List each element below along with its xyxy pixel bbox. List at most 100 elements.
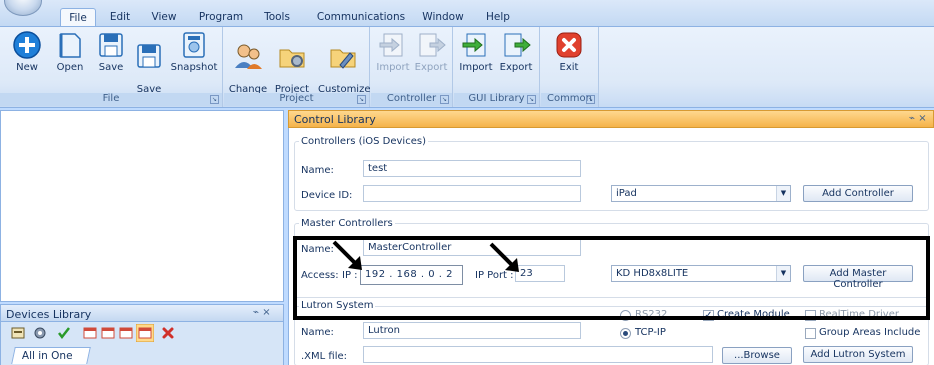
- ribbon-group-controller: Import Export Controller ↘: [371, 27, 453, 107]
- save-button[interactable]: Save: [96, 30, 126, 73]
- import-icon: [379, 33, 403, 57]
- change-user-icon: [235, 44, 262, 69]
- add-controller-button[interactable]: Add Controller: [803, 185, 913, 202]
- save-as-icon: [137, 44, 161, 68]
- add-lutron-system-button[interactable]: Add Lutron System: [803, 346, 913, 363]
- ribbon-group-project: Change User Project Settings Customize P…: [224, 27, 371, 107]
- control-library-title: Control Library: [294, 113, 376, 126]
- ribbon-group-controller-label: Controller ↘: [371, 93, 452, 106]
- snapshot-button[interactable]: Snapshot: [170, 30, 218, 73]
- application-orb-button[interactable]: [4, 0, 42, 16]
- save-icon: [99, 33, 123, 57]
- group-areas-label: Group Areas Include: [819, 327, 921, 338]
- group-areas-checkbox[interactable]: [805, 328, 816, 339]
- tab-all-in-one[interactable]: All in One: [11, 347, 91, 364]
- gui-import-button[interactable]: Import: [458, 30, 494, 73]
- ribbon-group-gui-library: Import Export GUI Library ↘: [454, 27, 540, 107]
- device-id-input[interactable]: [363, 185, 581, 202]
- open-label: Open: [56, 62, 84, 73]
- controller-import-label: Import: [376, 62, 410, 73]
- pin-close-icon[interactable]: ⌁ ×: [909, 113, 927, 124]
- gui-library-group-label-text: GUI Library: [468, 93, 525, 104]
- annotation-arrow-icon: [332, 240, 362, 270]
- controller-name-label: Name:: [301, 165, 334, 176]
- dialog-launcher-icon[interactable]: ↘: [527, 95, 536, 104]
- xml-file-input[interactable]: [363, 346, 713, 363]
- menu-bar: File Edit View Program Tools Communicati…: [0, 0, 934, 26]
- devices-library-header: Devices Library ⌁ ×: [0, 304, 284, 322]
- customize-project-icon: [330, 49, 356, 69]
- new-label: New: [16, 62, 38, 73]
- devices-library-title: Devices Library: [6, 308, 92, 321]
- exit-button[interactable]: Exit: [551, 30, 587, 73]
- device-type-value: iPad: [616, 188, 637, 199]
- controller-import-button[interactable]: Import: [375, 30, 411, 73]
- tab-file[interactable]: File: [60, 8, 96, 26]
- tab-edit[interactable]: Edit: [105, 8, 135, 26]
- project-settings-icon: [279, 49, 305, 68]
- dialog-launcher-icon[interactable]: ↘: [210, 95, 219, 104]
- ribbon-group-project-label: Project ↘: [224, 93, 369, 106]
- snapshot-label: Snapshot: [170, 62, 218, 73]
- window-add-icon[interactable]: [136, 324, 154, 342]
- pin-close-icon[interactable]: ⌁ ×: [253, 307, 271, 318]
- tab-help[interactable]: Help: [483, 8, 513, 26]
- lutron-name-label: Name:: [301, 327, 334, 338]
- open-button[interactable]: Open: [54, 30, 86, 73]
- tab-communications[interactable]: Communications: [312, 8, 410, 26]
- ribbon-group-file-label: File ↘: [0, 93, 222, 106]
- project-tree-pane[interactable]: [0, 110, 284, 302]
- lutron-name-input[interactable]: Lutron: [363, 322, 581, 339]
- controller-export-button[interactable]: Export: [413, 30, 449, 73]
- check-icon[interactable]: [57, 326, 71, 340]
- tcp-ip-radio[interactable]: [620, 328, 631, 339]
- ribbon-group-common: Exit Common ↘: [541, 27, 599, 107]
- file-group-label-text: File: [102, 93, 120, 104]
- dialog-launcher-icon[interactable]: ↘: [357, 95, 366, 104]
- control-library-header: Control Library ⌁ ×: [288, 110, 934, 128]
- annotation-arrow-icon: [489, 242, 519, 272]
- gui-export-button[interactable]: Export: [498, 30, 534, 73]
- import-icon: [462, 33, 486, 57]
- export-icon: [419, 33, 446, 57]
- tab-view[interactable]: View: [147, 8, 181, 26]
- device-type-select[interactable]: iPad ▼: [611, 185, 791, 202]
- dialog-launcher-icon[interactable]: ↘: [586, 95, 595, 104]
- tab-all-in-one-label: All in One: [21, 350, 73, 362]
- new-button[interactable]: New: [12, 30, 42, 73]
- tab-window[interactable]: Window: [420, 8, 466, 26]
- exit-icon: [556, 32, 582, 58]
- open-icon: [59, 33, 81, 58]
- browse-button[interactable]: ...Browse: [722, 347, 792, 364]
- exit-label: Exit: [559, 62, 579, 73]
- master-controllers-legend: Master Controllers: [299, 218, 395, 229]
- ribbon-group-gui-library-label: GUI Library ↘: [454, 93, 539, 106]
- ribbon-group-file: New Open Save Save As: [0, 27, 223, 107]
- tab-program[interactable]: Program: [196, 8, 246, 26]
- dialog-launcher-icon[interactable]: ↘: [440, 95, 449, 104]
- gui-export-label: Export: [499, 62, 533, 73]
- delete-icon[interactable]: [161, 326, 175, 340]
- controller-name-input[interactable]: test: [363, 160, 581, 177]
- device-list-icon[interactable]: [11, 326, 25, 340]
- ribbon-group-common-label: Common ↘: [541, 93, 598, 106]
- window-icon[interactable]: [119, 326, 133, 340]
- controller-group-label-text: Controller: [386, 93, 437, 104]
- ribbon: New Open Save Save As: [0, 26, 934, 108]
- device-id-label: Device ID:: [301, 190, 353, 201]
- controller-export-label: Export: [414, 62, 448, 73]
- project-group-label-text: Project: [279, 93, 314, 104]
- save-label: Save: [98, 62, 124, 73]
- new-icon: [13, 31, 41, 59]
- ip-address-input[interactable]: 192 . 168 . 0 . 2: [360, 265, 463, 285]
- chevron-down-icon[interactable]: ▼: [776, 186, 790, 201]
- devices-library-toolbar: [0, 322, 284, 344]
- window-icon[interactable]: [101, 326, 115, 340]
- snapshot-icon: [183, 32, 205, 58]
- window-icon[interactable]: [83, 326, 97, 340]
- devices-library-tabs: All in One: [0, 344, 284, 365]
- tab-tools[interactable]: Tools: [262, 8, 292, 26]
- gui-import-label: Import: [459, 62, 493, 73]
- export-icon: [504, 33, 531, 57]
- gear-icon[interactable]: [33, 326, 47, 340]
